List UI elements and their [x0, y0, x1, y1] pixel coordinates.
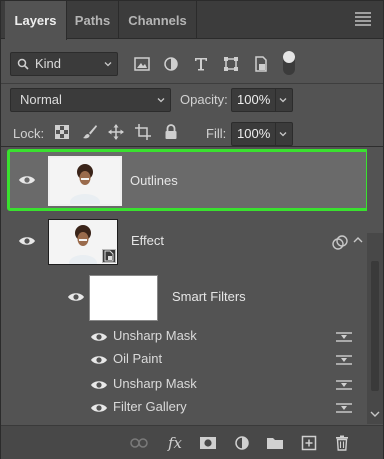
smart-object-badge-icon	[102, 249, 116, 263]
chevron-up-icon[interactable]	[353, 235, 363, 245]
smart-filters-row[interactable]: Smart Filters	[1, 273, 367, 325]
add-layer-style-fx-icon[interactable]: fx	[164, 434, 186, 452]
fill-field[interactable]: 100%	[231, 122, 293, 146]
fill-value: 100%	[237, 126, 271, 141]
link-layers-icon[interactable]	[129, 434, 149, 452]
filter-type-layers-icon[interactable]	[191, 54, 211, 74]
filter-blending-options-icon[interactable]	[335, 353, 353, 367]
smart-filter-name: Oil Paint	[113, 351, 163, 366]
new-group-folder-icon[interactable]	[265, 434, 285, 452]
filter-adjustment-layers-icon[interactable]	[161, 54, 181, 74]
smart-filters-label: Smart Filters	[172, 289, 246, 304]
tab-paths[interactable]: Paths	[67, 1, 119, 39]
smart-filter-item-filter-gallery[interactable]: Filter Gallery	[1, 396, 367, 420]
fill-label: Fill:	[206, 126, 227, 141]
new-adjustment-layer-icon[interactable]	[232, 434, 252, 452]
smart-filter-item-unsharp-mask[interactable]: Unsharp Mask	[1, 325, 367, 349]
smart-filter-name: Filter Gallery	[113, 399, 187, 414]
lock-transparent-pixels-icon[interactable]	[52, 122, 72, 142]
blend-mode-select[interactable]: Normal	[10, 88, 171, 112]
smart-filter-name: Unsharp Mask	[113, 328, 197, 343]
panel-menu-icon[interactable]	[355, 12, 371, 26]
tab-channels[interactable]: Channels	[119, 1, 197, 39]
opacity-field[interactable]: 100%	[231, 88, 293, 112]
scroll-down-arrow-icon[interactable]	[370, 409, 380, 419]
add-layer-mask-icon[interactable]	[198, 434, 218, 452]
layer-name-outlines: Outlines	[130, 173, 178, 188]
opacity-label: Opacity:	[180, 92, 228, 107]
smart-filter-item-oil-paint[interactable]: Oil Paint	[1, 348, 367, 372]
filter-shape-layers-icon[interactable]	[221, 54, 241, 74]
lock-label: Lock:	[13, 126, 45, 141]
layers-bottom-toolbar: fx	[1, 425, 383, 459]
visibility-eye-icon[interactable]	[90, 354, 108, 366]
layer-thumbnail[interactable]	[48, 156, 122, 210]
blend-mode-value: Normal	[20, 92, 62, 107]
layers-list: Outlines Effect Smart Filters Unsharp Ma…	[1, 147, 367, 424]
layer-name-effect: Effect	[131, 233, 165, 248]
filter-toggle-switch[interactable]	[283, 51, 295, 75]
layer-thumbnail[interactable]	[48, 219, 118, 271]
visibility-eye-icon[interactable]	[90, 331, 108, 343]
filter-blending-options-icon[interactable]	[335, 330, 353, 344]
chevron-down-icon	[279, 132, 287, 137]
chevron-down-icon	[157, 98, 165, 103]
panel-tab-bar: Layers Paths Channels	[1, 1, 383, 40]
kind-label: Kind	[35, 56, 62, 71]
delete-layer-trash-icon[interactable]	[332, 434, 352, 452]
scrollbar-thumb[interactable]	[371, 261, 379, 391]
portrait-thumbnail-image	[50, 158, 120, 210]
layer-filter-kind-select[interactable]: Kind	[10, 52, 118, 76]
lock-all-icon[interactable]	[161, 122, 181, 142]
layers-panel: Layers Paths Channels Kind Normal Opacit…	[0, 0, 384, 459]
chevron-down-icon	[279, 98, 287, 103]
lock-image-pixels-brush-icon[interactable]	[80, 122, 100, 142]
filter-mask-thumbnail[interactable]	[89, 275, 158, 321]
filter-blending-options-icon[interactable]	[335, 378, 353, 392]
layer-row-outlines[interactable]: Outlines	[7, 149, 367, 211]
visibility-eye-icon[interactable]	[18, 174, 36, 186]
layer-row-effect[interactable]: Effect	[1, 215, 367, 271]
smart-filter-item-unsharp-mask-2[interactable]: Unsharp Mask	[1, 373, 367, 397]
smart-filter-name: Unsharp Mask	[113, 376, 197, 391]
divider	[1, 83, 383, 84]
visibility-eye-icon[interactable]	[67, 291, 85, 303]
filter-pixel-layers-icon[interactable]	[132, 54, 152, 74]
chevron-down-icon	[104, 62, 112, 67]
new-layer-icon[interactable]	[299, 434, 319, 452]
tab-layers[interactable]: Layers	[5, 1, 67, 40]
visibility-eye-icon[interactable]	[18, 235, 36, 247]
smart-filters-icon[interactable]	[332, 235, 348, 251]
opacity-value: 100%	[237, 92, 271, 107]
lock-position-move-icon[interactable]	[106, 122, 126, 142]
visibility-eye-icon[interactable]	[90, 402, 108, 414]
filter-blending-options-icon[interactable]	[335, 401, 353, 415]
layers-scrollbar[interactable]	[367, 233, 383, 424]
search-icon	[17, 58, 29, 70]
lock-artboard-nesting-icon[interactable]	[133, 122, 153, 142]
filter-smart-objects-icon[interactable]	[251, 54, 271, 74]
visibility-eye-icon[interactable]	[90, 379, 108, 391]
